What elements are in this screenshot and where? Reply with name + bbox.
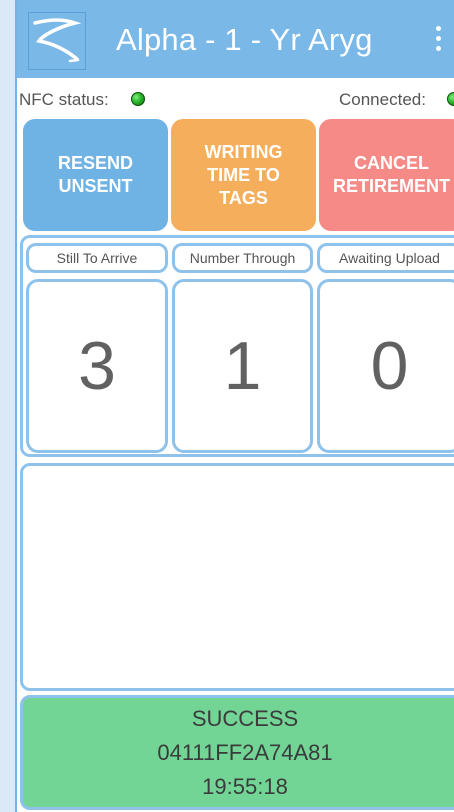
result-status: SUCCESS	[191, 706, 299, 731]
nfc-status-label: NFC status:	[19, 90, 109, 109]
result-panel: SUCCESS 04111FF2A74A81 19:55:18	[20, 695, 454, 810]
log-panel[interactable]	[20, 463, 454, 691]
awaiting-upload-label: Awaiting Upload	[317, 243, 454, 273]
status-row: NFC status: Connected:	[19, 90, 454, 112]
still-to-arrive-value: 3	[26, 279, 168, 453]
awaiting-upload-value: 0	[317, 279, 454, 453]
result-time: 19:55:18	[202, 774, 288, 799]
nfc-status-led-icon	[131, 92, 145, 106]
app-title: Alpha - 1 - Yr Aryg	[116, 22, 373, 57]
number-through-value: 1	[172, 279, 313, 453]
background-edge	[0, 0, 15, 812]
connected-led-icon	[447, 92, 454, 106]
number-through-label: Number Through	[172, 243, 313, 273]
cancel-retirement-button[interactable]: CANCEL RETIREMENT	[319, 119, 454, 231]
resend-unsent-button[interactable]: RESEND UNSENT	[23, 119, 168, 231]
result-tag-id: 04111FF2A74A81	[157, 740, 333, 765]
app-screen: Alpha - 1 - Yr Aryg NFC status: Connecte…	[0, 0, 454, 812]
connected-label: Connected:	[339, 90, 426, 109]
writing-time-to-tags-button[interactable]: WRITING TIME TO TAGS	[171, 119, 316, 231]
swoosh-logo-icon[interactable]	[28, 12, 86, 70]
more-vert-icon[interactable]	[428, 24, 448, 54]
still-to-arrive-label: Still To Arrive	[26, 243, 168, 273]
